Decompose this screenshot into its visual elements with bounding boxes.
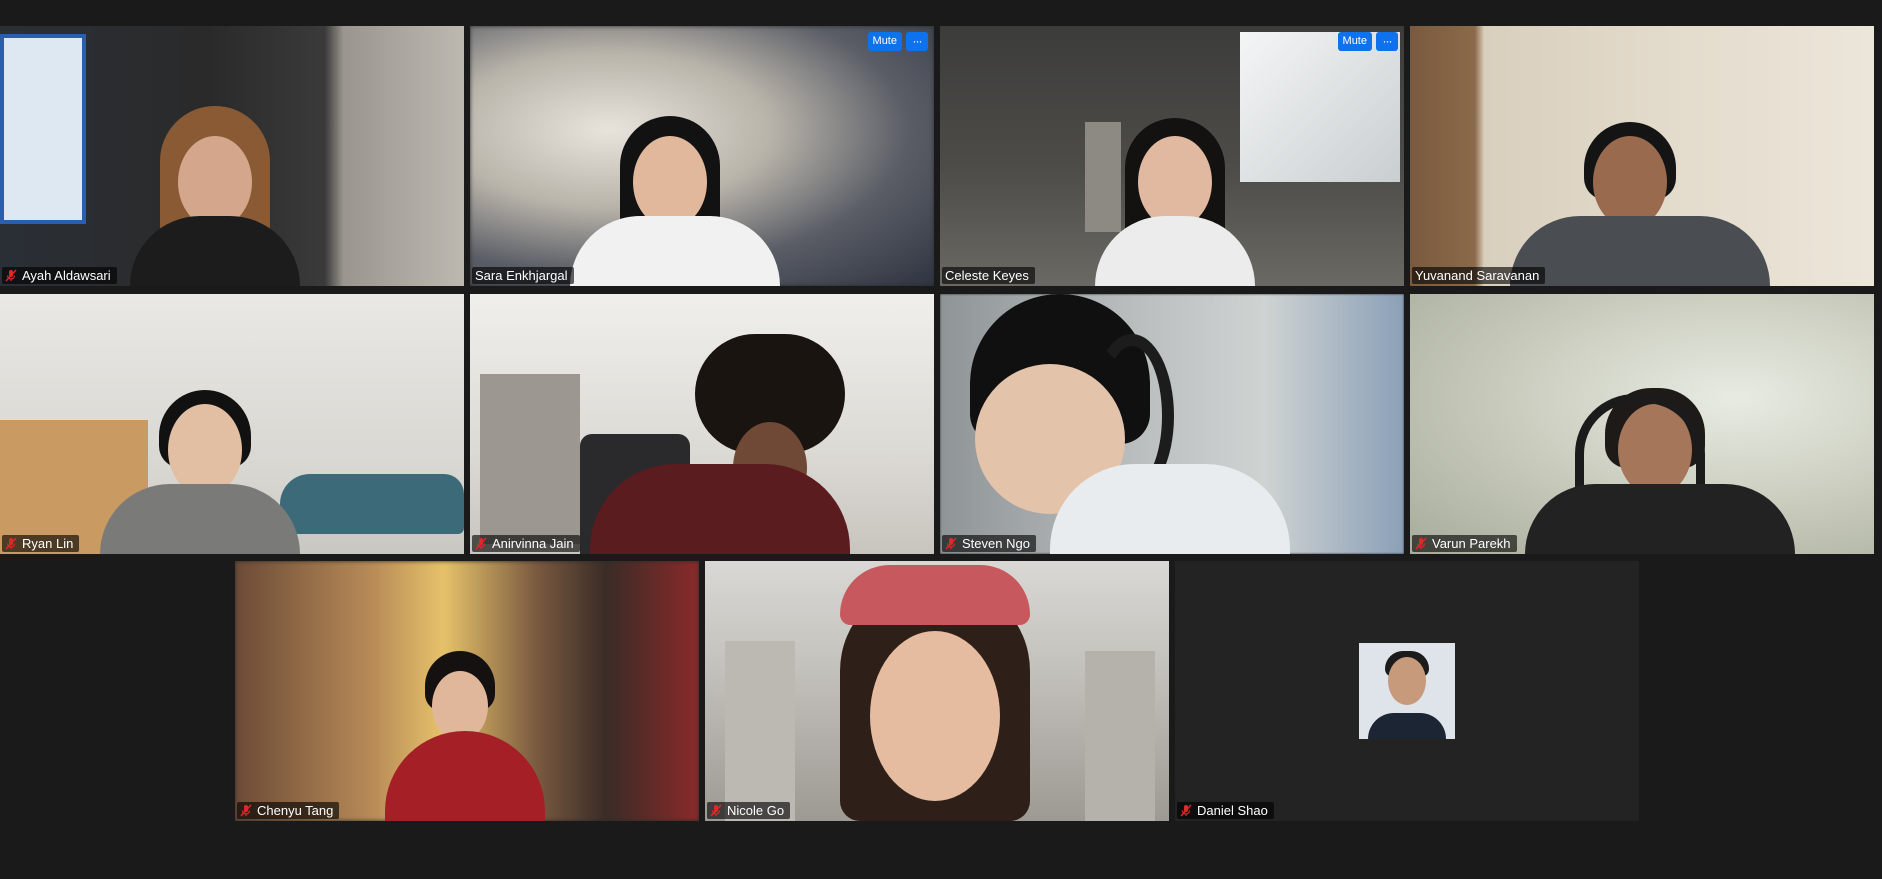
nameplate: Ryan Lin bbox=[2, 535, 80, 552]
video-tile-ryan-lin[interactable]: Ryan Lin bbox=[0, 294, 464, 554]
muted-mic-icon bbox=[1180, 804, 1192, 817]
participant-body bbox=[1525, 484, 1795, 554]
video-tile-steven-ngo[interactable]: Steven Ngo bbox=[940, 294, 1404, 554]
participant-body bbox=[590, 464, 850, 554]
mute-button[interactable]: Mute bbox=[867, 32, 902, 51]
tile-controls: Mute ··· bbox=[1337, 32, 1398, 51]
participant-face bbox=[870, 631, 1000, 801]
participant-name: Ayah Aldawsari bbox=[22, 268, 111, 283]
participant-name: Chenyu Tang bbox=[257, 803, 334, 818]
mute-button[interactable]: Mute bbox=[1337, 32, 1372, 51]
nameplate: Celeste Keyes bbox=[942, 267, 1035, 284]
muted-mic-icon bbox=[1415, 537, 1427, 550]
video-tile-nicole-go[interactable]: Nicole Go bbox=[705, 561, 1169, 821]
participant-name: Anirvinna Jain bbox=[492, 536, 574, 551]
participant-face bbox=[633, 136, 707, 228]
window bbox=[1240, 32, 1400, 182]
participant-face bbox=[1593, 136, 1667, 228]
nameplate: Daniel Shao bbox=[1177, 802, 1274, 819]
avatar bbox=[1359, 643, 1455, 739]
participant-name: Yuvanand Saravanan bbox=[1415, 268, 1540, 283]
avatar-face bbox=[1388, 657, 1426, 705]
wall-screen bbox=[0, 34, 86, 224]
closet bbox=[480, 374, 580, 544]
participant-name: Celeste Keyes bbox=[945, 268, 1029, 283]
nameplate: Nicole Go bbox=[707, 802, 791, 819]
video-tile-sara-enkhjargal[interactable]: Mute ··· Sara Enkhjargal bbox=[470, 26, 934, 286]
participant-face bbox=[1138, 136, 1212, 228]
participant-face bbox=[168, 404, 242, 496]
pillar bbox=[725, 641, 795, 821]
headphones bbox=[1575, 394, 1705, 493]
participant-name: Varun Parekh bbox=[1432, 536, 1511, 551]
participant-body bbox=[1510, 216, 1770, 286]
participant-name: Ryan Lin bbox=[22, 536, 74, 551]
nameplate: Steven Ngo bbox=[942, 535, 1036, 552]
pillar bbox=[1085, 651, 1155, 821]
video-tile-anirvinna-jain[interactable]: Anirvinna Jain bbox=[470, 294, 934, 554]
blanket bbox=[280, 474, 464, 534]
participant-name: Steven Ngo bbox=[962, 536, 1030, 551]
video-tile-chenyu-tang[interactable]: Chenyu Tang bbox=[235, 561, 699, 821]
video-tile-yuvanand-saravanan[interactable]: Yuvanand Saravanan bbox=[1410, 26, 1874, 286]
nameplate: Ayah Aldawsari bbox=[2, 267, 117, 284]
muted-mic-icon bbox=[240, 804, 252, 817]
wall-photos bbox=[1085, 122, 1121, 232]
nameplate: Anirvinna Jain bbox=[472, 535, 580, 552]
muted-mic-icon bbox=[710, 804, 722, 817]
video-tile-varun-parekh[interactable]: Varun Parekh bbox=[1410, 294, 1874, 554]
video-tile-daniel-shao[interactable]: Daniel Shao bbox=[1175, 561, 1639, 821]
nameplate: Yuvanand Saravanan bbox=[1412, 267, 1546, 284]
nameplate: Sara Enkhjargal bbox=[472, 267, 574, 284]
bandana bbox=[840, 565, 1030, 625]
nameplate: Chenyu Tang bbox=[237, 802, 340, 819]
video-tile-celeste-keyes[interactable]: Mute ··· Celeste Keyes bbox=[940, 26, 1404, 286]
muted-mic-icon bbox=[5, 537, 17, 550]
participant-name: Nicole Go bbox=[727, 803, 785, 818]
more-options-button[interactable]: ··· bbox=[906, 32, 928, 51]
participant-face bbox=[178, 136, 252, 228]
participant-name: Daniel Shao bbox=[1197, 803, 1268, 818]
nameplate: Varun Parekh bbox=[1412, 535, 1517, 552]
muted-mic-icon bbox=[475, 537, 487, 550]
participant-name: Sara Enkhjargal bbox=[475, 268, 568, 283]
muted-mic-icon bbox=[945, 537, 957, 550]
more-options-button[interactable]: ··· bbox=[1376, 32, 1398, 51]
muted-mic-icon bbox=[5, 269, 17, 282]
video-tile-ayah-aldawsari[interactable]: Ayah Aldawsari bbox=[0, 26, 464, 286]
avatar-body bbox=[1368, 713, 1446, 739]
tile-controls: Mute ··· bbox=[867, 32, 928, 51]
